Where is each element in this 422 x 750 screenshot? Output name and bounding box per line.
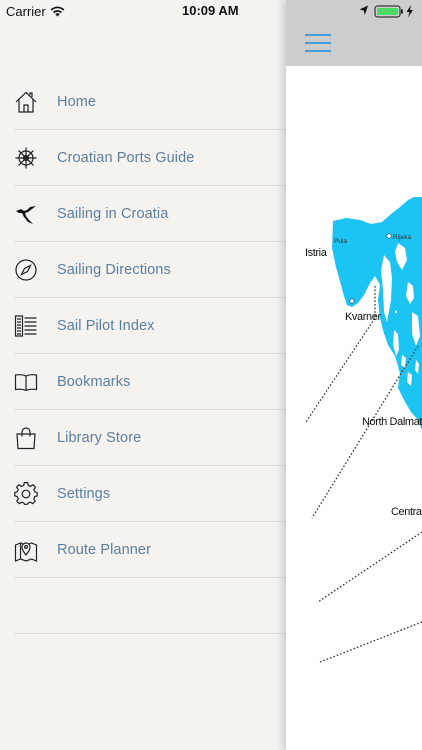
menu-label-settings: Settings bbox=[57, 486, 111, 502]
gear-icon bbox=[12, 480, 40, 508]
central-pointer-line bbox=[319, 621, 422, 663]
menu-label-sail-pilot-index: Sail Pilot Index bbox=[57, 318, 155, 334]
menu-label-route-planner: Route Planner bbox=[57, 542, 151, 558]
status-time: 10:09 AM bbox=[182, 3, 239, 18]
hamburger-menu-button[interactable] bbox=[305, 34, 331, 52]
menu-item-bookmarks[interactable]: Bookmarks bbox=[0, 354, 286, 410]
main-panel: Istria Kvarner North Dalmatia Central Ri… bbox=[286, 0, 422, 750]
carrier-label: Carrier bbox=[6, 3, 46, 19]
menu-item-sailing-directions[interactable]: Sailing Directions bbox=[0, 242, 286, 298]
index-list-icon bbox=[12, 312, 40, 340]
menu-item-croatian-ports-guide[interactable]: Croatian Ports Guide bbox=[0, 130, 286, 186]
menu-item-sail-pilot-index[interactable]: Sail Pilot Index bbox=[0, 298, 286, 354]
status-bar-left: Carrier bbox=[6, 3, 65, 19]
map-label-pula: Pula bbox=[334, 238, 348, 245]
map-label-rijeka: Rijeka bbox=[393, 234, 412, 241]
shopping-bag-icon bbox=[12, 424, 40, 452]
croatia-map-icon bbox=[12, 200, 40, 228]
map-pin-icon bbox=[12, 536, 40, 564]
menu-item-sailing-in-croatia[interactable]: Sailing in Croatia bbox=[0, 186, 286, 242]
status-bar-right bbox=[358, 4, 416, 23]
map-label-kvarner: Kvarner bbox=[345, 311, 381, 323]
menu-item-home[interactable]: Home bbox=[0, 74, 286, 130]
istria-pointer-line bbox=[305, 286, 376, 423]
menu-label-sailing-directions: Sailing Directions bbox=[57, 262, 171, 278]
location-arrow-icon bbox=[359, 5, 368, 15]
map-label-istria: Istria bbox=[305, 247, 327, 259]
menu-label-croatian-ports-guide: Croatian Ports Guide bbox=[57, 150, 195, 166]
menu-label-bookmarks: Bookmarks bbox=[57, 374, 131, 390]
menu-label-library-store: Library Store bbox=[57, 430, 142, 446]
charging-bolt-icon bbox=[406, 5, 413, 18]
menu-label-sailing-in-croatia: Sailing in Croatia bbox=[57, 206, 169, 222]
menu-item-library-store[interactable]: Library Store bbox=[0, 410, 286, 466]
menu-empty-row bbox=[0, 578, 286, 634]
island-dot-2 bbox=[394, 310, 398, 314]
rijeka-pin bbox=[386, 233, 392, 239]
home-icon bbox=[12, 88, 40, 116]
ship-wheel-icon bbox=[12, 144, 40, 172]
kvarner-pointer-line bbox=[311, 345, 419, 519]
map-label-central: Central bbox=[391, 506, 422, 518]
wifi-icon bbox=[50, 6, 65, 16]
menu-item-settings[interactable]: Settings bbox=[0, 466, 286, 522]
map-label-north-dalmatia: North Dalmatia bbox=[362, 416, 422, 428]
book-icon bbox=[12, 368, 40, 396]
pula-pin bbox=[349, 298, 355, 304]
menu-label-home: Home bbox=[57, 94, 97, 110]
menu-item-route-planner[interactable]: Route Planner bbox=[0, 522, 286, 578]
croatia-coast-map bbox=[305, 197, 422, 663]
panel-header bbox=[286, 0, 422, 66]
side-menu: Home Croatian Ports Guide Sailing in Cro… bbox=[0, 74, 286, 634]
battery-icon bbox=[374, 5, 403, 18]
north-dalmatia-pointer-line bbox=[317, 531, 422, 603]
compass-icon bbox=[12, 256, 40, 284]
